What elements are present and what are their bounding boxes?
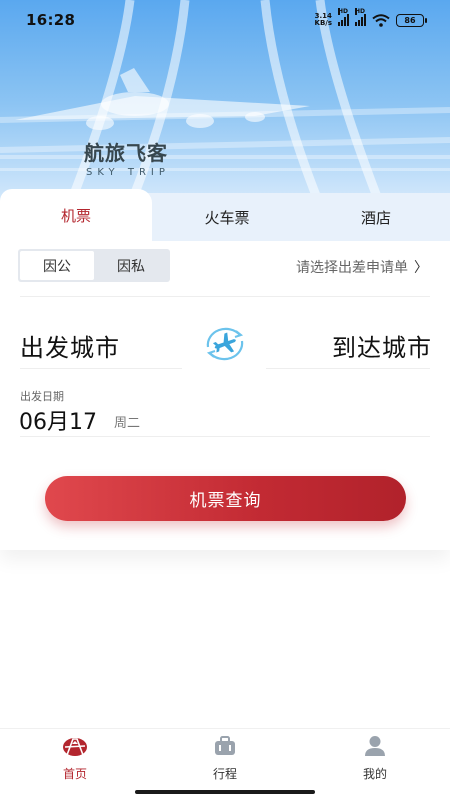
user-icon (365, 736, 385, 756)
business-trip-option[interactable]: 因公 (20, 251, 94, 280)
status-time: 16:28 (26, 11, 76, 29)
brand-name: 航旅飞客 (84, 141, 168, 165)
personal-trip-option[interactable]: 因私 (94, 251, 168, 280)
departure-date-label: 出发日期 (20, 390, 64, 403)
departure-city[interactable]: 出发城市 (20, 328, 120, 363)
nav-home[interactable]: 首页 (35, 733, 115, 782)
brand-slogan: SKY TRIP (86, 167, 170, 178)
signal-icon-2: HD (355, 8, 366, 26)
tab-flight[interactable]: 机票 (0, 189, 152, 241)
departure-weekday: 周二 (114, 416, 141, 431)
chevron-right-icon: 〉 (414, 260, 428, 276)
arrival-city[interactable]: 到达城市 (332, 328, 432, 363)
brand-logo: 航旅飞客 SKY TRIP (84, 137, 170, 178)
plane-swap-icon (206, 327, 244, 361)
nav-profile-label: 我的 (362, 767, 387, 781)
search-flights-button[interactable]: 机票查询 (45, 476, 406, 521)
divider (20, 436, 430, 437)
home-indicator (135, 790, 315, 794)
status-bar: 16:28 3.14 KB/s HD HD 86 (0, 0, 450, 40)
battery-icon: 86 (396, 13, 427, 27)
signal-icon: HD (338, 8, 349, 26)
nav-trips-label: 行程 (212, 767, 237, 781)
departure-date[interactable]: 06月17 (19, 404, 97, 436)
network-speed: 3.14 KB/s (314, 12, 332, 27)
wifi-icon (372, 13, 390, 27)
suitcase-icon (215, 736, 235, 755)
divider (20, 368, 182, 369)
tab-train[interactable]: 火车票 (152, 193, 302, 241)
home-icon (63, 738, 87, 756)
select-application-label: 请选择出差申请单 (296, 260, 408, 276)
flight-search-card: 因公 因私 请选择出差申请单 〉 出发城市 到达城市 出发日期 06月17 周二… (0, 240, 450, 550)
swap-cities-button[interactable] (201, 325, 249, 363)
category-tabs: 机票 火车票 酒店 (0, 189, 450, 241)
nav-trips[interactable]: 行程 (185, 733, 265, 782)
status-icons: 3.14 KB/s HD HD 86 (314, 8, 427, 27)
trip-type-toggle: 因公 因私 (18, 249, 170, 282)
divider (20, 296, 430, 297)
select-application-link[interactable]: 请选择出差申请单 〉 (296, 257, 428, 277)
nav-profile[interactable]: 我的 (335, 733, 415, 782)
divider (266, 368, 430, 369)
nav-home-label: 首页 (62, 767, 87, 781)
tab-hotel[interactable]: 酒店 (302, 193, 450, 241)
